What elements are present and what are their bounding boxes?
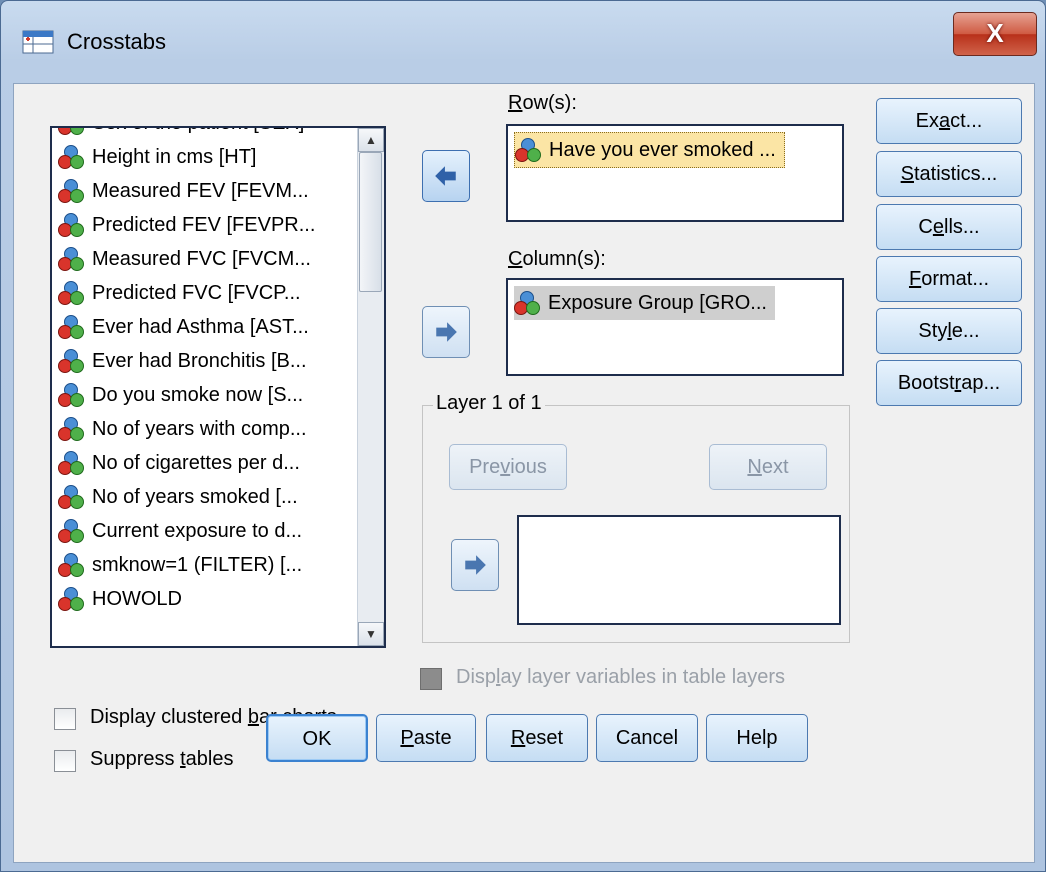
variable-list-item[interactable]: Measured FEV [FEVM... xyxy=(52,174,362,208)
nominal-variable-icon xyxy=(58,552,84,578)
rows-list-item[interactable]: Have you ever smoked ... xyxy=(514,132,785,168)
variable-label: No of cigarettes per d... xyxy=(92,452,300,474)
scroll-up-button[interactable]: ▲ xyxy=(358,128,384,152)
style-button[interactable]: Style... xyxy=(876,308,1022,354)
move-to-columns-button[interactable] xyxy=(422,306,470,358)
close-button[interactable]: X xyxy=(953,12,1037,56)
clustered-bar-charts-checkbox[interactable] xyxy=(54,708,76,730)
layer-legend: Layer 1 of 1 xyxy=(433,392,545,415)
variable-list-item[interactable]: HOWOLD xyxy=(52,582,362,616)
variable-label: Do you smoke now [S... xyxy=(92,384,304,406)
variable-label: No of years smoked [... xyxy=(92,486,298,508)
nominal-variable-icon xyxy=(58,212,84,238)
columns-list-item[interactable]: Exposure Group [GRO... xyxy=(514,286,775,320)
variable-label: No of years with comp... xyxy=(92,418,307,440)
arrow-right-icon xyxy=(462,552,488,578)
layer-group: Layer 1 of 1 Previous Next xyxy=(422,392,850,643)
nominal-variable-icon xyxy=(514,290,540,316)
variable-list-item[interactable]: No of cigarettes per d... xyxy=(52,446,362,480)
variable-label: Height in cms [HT] xyxy=(92,146,257,168)
display-layer-variables-checkbox[interactable] xyxy=(420,668,442,690)
variable-list-item[interactable]: No of years smoked [... xyxy=(52,480,362,514)
variable-list[interactable]: Sex of the patient [SEX] Height in cms [H… xyxy=(50,126,386,648)
variable-label: Predicted FVC [FVCP... xyxy=(92,282,301,304)
nominal-variable-icon xyxy=(515,137,541,163)
nominal-variable-icon xyxy=(58,314,84,340)
variable-list-item[interactable]: Height in cms [HT] xyxy=(52,140,362,174)
variable-label: Predicted FEV [FEVPR... xyxy=(92,214,316,236)
window-title: Crosstabs xyxy=(67,29,167,54)
nominal-variable-icon xyxy=(58,450,84,476)
variable-list-item[interactable]: Ever had Asthma [AST... xyxy=(52,310,362,344)
layer-list[interactable] xyxy=(517,515,841,625)
nominal-variable-icon xyxy=(58,586,84,612)
variable-list-item[interactable]: Predicted FEV [FEVPR... xyxy=(52,208,362,242)
paste-button[interactable]: Paste xyxy=(376,714,476,762)
statistics-button[interactable]: Statistics... xyxy=(876,151,1022,197)
suppress-tables-checkbox[interactable] xyxy=(54,750,76,772)
reset-button[interactable]: Reset xyxy=(486,714,588,762)
variable-list-scrollbar[interactable]: ▲ ▼ xyxy=(357,128,384,646)
move-to-layer-button[interactable] xyxy=(451,539,499,591)
nominal-variable-icon xyxy=(58,518,84,544)
help-button[interactable]: Help xyxy=(706,714,808,762)
nominal-variable-icon xyxy=(58,348,84,374)
nominal-variable-icon xyxy=(58,416,84,442)
cells-button[interactable]: Cells... xyxy=(876,204,1022,250)
rows-label: Row(s): xyxy=(508,92,577,114)
arrow-right-icon xyxy=(433,319,459,345)
variable-list-item[interactable]: Sex of the patient [SEX] xyxy=(52,126,362,140)
variable-list-item[interactable]: smknow=1 (FILTER) [... xyxy=(52,548,362,582)
next-layer-button[interactable]: Next xyxy=(709,444,827,490)
arrow-left-icon xyxy=(433,163,459,189)
bootstrap-button[interactable]: Bootstrap... xyxy=(876,360,1022,406)
nominal-variable-icon xyxy=(58,126,84,136)
cancel-button[interactable]: Cancel xyxy=(596,714,698,762)
columns-label: Column(s): xyxy=(508,248,606,270)
nominal-variable-icon xyxy=(58,144,84,170)
variable-label: Ever had Bronchitis [B... xyxy=(92,350,307,372)
display-layer-variables-label: Display layer variables in table layers xyxy=(456,666,786,688)
variable-label: smknow=1 (FILTER) [... xyxy=(92,554,303,576)
variable-label: Measured FVC [FVCM... xyxy=(92,248,311,270)
nominal-variable-icon xyxy=(58,246,84,272)
format-button[interactable]: Format... xyxy=(876,256,1022,302)
crosstabs-dialog: Crosstabs X Sex of the patient [SEX] Heig… xyxy=(0,0,1046,872)
exact-button[interactable]: Exact... xyxy=(876,98,1022,144)
scroll-down-button[interactable]: ▼ xyxy=(358,622,384,646)
ok-button[interactable]: OK xyxy=(266,714,368,762)
variable-list-items: Sex of the patient [SEX] Height in cms [H… xyxy=(52,126,362,616)
title-bar[interactable]: Crosstabs X xyxy=(1,1,1045,83)
variable-label: Ever had Asthma [AST... xyxy=(92,316,309,338)
variable-label: Current exposure to d... xyxy=(92,520,303,542)
crosstabs-app-icon xyxy=(22,30,54,54)
scroll-thumb[interactable] xyxy=(359,152,382,292)
variable-list-item[interactable]: No of years with comp... xyxy=(52,412,362,446)
variable-list-item[interactable]: Predicted FVC [FVCP... xyxy=(52,276,362,310)
previous-layer-button[interactable]: Previous xyxy=(449,444,567,490)
nominal-variable-icon xyxy=(58,178,84,204)
variable-label: HOWOLD xyxy=(92,588,182,610)
rows-list[interactable]: Have you ever smoked ... xyxy=(506,124,844,222)
columns-list[interactable]: Exposure Group [GRO... xyxy=(506,278,844,376)
suppress-tables-label[interactable]: Suppress tables xyxy=(90,748,233,771)
variable-list-item[interactable]: Do you smoke now [S... xyxy=(52,378,362,412)
variable-label: Sex of the patient [SEX] xyxy=(92,128,304,140)
nominal-variable-icon xyxy=(58,382,84,408)
nominal-variable-icon xyxy=(58,280,84,306)
variable-list-item[interactable]: Measured FVC [FVCM... xyxy=(52,242,362,276)
variable-list-item[interactable]: Current exposure to d... xyxy=(52,514,362,548)
variable-list-item[interactable]: Ever had Bronchitis [B... xyxy=(52,344,362,378)
nominal-variable-icon xyxy=(58,484,84,510)
variable-label: Measured FEV [FEVM... xyxy=(92,180,309,202)
dialog-body: Sex of the patient [SEX] Height in cms [H… xyxy=(13,83,1035,863)
close-icon: X xyxy=(986,18,1004,48)
move-to-rows-button[interactable] xyxy=(422,150,470,202)
